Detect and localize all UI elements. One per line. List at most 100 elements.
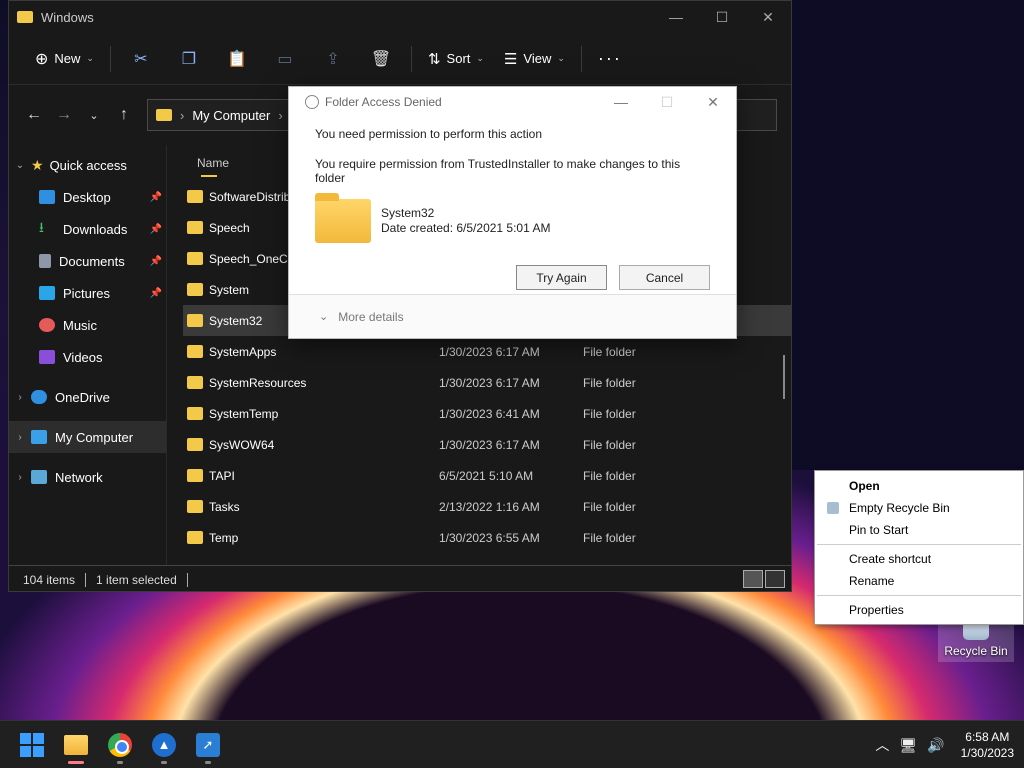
nav-music[interactable]: Music <box>9 309 166 341</box>
nav-desktop[interactable]: Desktop 📌 <box>9 181 166 213</box>
videos-icon <box>39 350 55 364</box>
nav-network[interactable]: › Network <box>9 461 166 493</box>
file-date: 1/30/2023 6:17 AM <box>439 344 540 359</box>
windows-logo-icon <box>20 732 44 757</box>
nav-documents[interactable]: Documents 📌 <box>9 245 166 277</box>
file-name: Temp <box>209 530 239 545</box>
forward-button[interactable]: → <box>49 100 79 130</box>
chevron-up-icon[interactable]: ︿ <box>875 735 889 755</box>
dialog-close-button[interactable]: ✕ <box>690 94 736 111</box>
maximize-button[interactable]: ☐ <box>699 1 745 33</box>
dialog-folder-info: System32 Date created: 6/5/2021 5:01 AM <box>315 193 710 243</box>
nav-onedrive[interactable]: › OneDrive <box>9 381 166 413</box>
breadcrumb-my-computer[interactable]: My Computer <box>192 108 270 123</box>
start-button[interactable] <box>10 725 54 765</box>
chevron-right-icon[interactable]: › <box>9 432 31 443</box>
file-date: 1/30/2023 6:55 AM <box>439 530 540 545</box>
details-view-button[interactable] <box>743 570 763 588</box>
pin-icon: 📌 <box>149 191 162 203</box>
cancel-button[interactable]: Cancel <box>619 265 710 290</box>
file-name: System32 <box>209 313 263 328</box>
back-button[interactable]: ← <box>19 100 49 130</box>
chevron-down-icon: ⌄ <box>557 53 565 63</box>
up-button[interactable]: ↑ <box>109 100 139 130</box>
file-row[interactable]: SysWOW64 1/30/2023 6:17 AM File folder <box>183 429 791 460</box>
file-row[interactable]: SystemTemp 1/30/2023 6:41 AM File folder <box>183 398 791 429</box>
file-name: Speech <box>209 220 250 235</box>
folder-icon <box>187 190 203 203</box>
pin-icon: 📌 <box>149 223 162 235</box>
navigation-pane: ⌄ ★ Quick access Desktop 📌 ⭳ Downloads 📌… <box>9 145 167 565</box>
dialog-title-bar[interactable]: Folder Access Denied — ☐ ✕ <box>289 87 736 117</box>
view-button[interactable]: ☰ View ⌄ <box>494 41 575 77</box>
file-type: File folder <box>583 344 636 359</box>
share-icon[interactable]: ⇪ <box>309 41 357 77</box>
menu-item-properties[interactable]: Properties <box>815 599 1023 621</box>
file-name: Speech_OneCor <box>209 251 299 266</box>
menu-item-empty-recycle-bin[interactable]: Empty Recycle Bin <box>815 497 1023 519</box>
close-button[interactable]: ✕ <box>745 1 791 33</box>
vertical-scrollbar[interactable] <box>783 355 785 399</box>
copy-icon[interactable]: ❐ <box>165 41 213 77</box>
dialog-title: Folder Access Denied <box>325 95 442 109</box>
chevron-right-icon[interactable]: › <box>9 472 31 483</box>
file-name: SysWOW64 <box>209 437 275 452</box>
file-name: System <box>209 282 250 297</box>
sort-button[interactable]: ⇅ Sort ⌄ <box>418 41 494 77</box>
menu-divider <box>817 544 1021 545</box>
file-row[interactable]: SystemApps 1/30/2023 6:17 AM File folder <box>183 336 791 367</box>
paste-icon[interactable]: 📋 <box>213 41 261 77</box>
chevron-down-icon: ⌄ <box>86 53 94 63</box>
taskbar-app-4[interactable]: ➚ <box>186 725 230 765</box>
taskbar-app-3[interactable]: ▲ <box>142 725 186 765</box>
new-button[interactable]: ⊕ New ⌄ <box>25 41 104 77</box>
title-bar[interactable]: Windows — ☐ ✕ <box>9 1 791 33</box>
file-row[interactable]: TAPI 6/5/2021 5:10 AM File folder <box>183 460 791 491</box>
try-again-button[interactable]: Try Again <box>516 265 607 290</box>
more-options-button[interactable]: ··· <box>588 41 632 77</box>
chevron-right-icon[interactable]: › <box>9 392 31 403</box>
folder-icon <box>187 345 203 358</box>
menu-item-pin-to-start[interactable]: Pin to Start <box>815 519 1023 541</box>
file-row[interactable]: Tasks 2/13/2022 1:16 AM File folder <box>183 491 791 522</box>
dialog-maximize-button: ☐ <box>660 93 674 110</box>
taskbar-file-explorer[interactable] <box>54 725 98 765</box>
folder-icon <box>187 531 203 544</box>
tiles-view-button[interactable] <box>765 570 785 588</box>
taskbar-chrome[interactable] <box>98 725 142 765</box>
nav-my-computer[interactable]: › My Computer <box>9 421 166 453</box>
minimize-button[interactable]: — <box>653 1 699 33</box>
nav-pictures[interactable]: Pictures 📌 <box>9 277 166 309</box>
music-icon <box>39 318 55 332</box>
volume-icon[interactable]: 🔊 <box>927 737 944 754</box>
file-type: File folder <box>583 499 636 514</box>
file-type: File folder <box>583 468 636 483</box>
nav-videos[interactable]: Videos <box>9 341 166 373</box>
dialog-message-2: You require permission from TrustedInsta… <box>315 157 681 185</box>
delete-icon[interactable]: 🗑 <box>357 41 405 77</box>
file-name: SystemApps <box>209 344 277 359</box>
menu-item-open[interactable]: Open <box>815 475 1023 497</box>
plus-circle-icon: ⊕ <box>35 50 49 68</box>
menu-item-rename[interactable]: Rename <box>815 570 1023 592</box>
clock[interactable]: 6:58 AM 1/30/2023 <box>961 729 1014 761</box>
nav-downloads[interactable]: ⭳ Downloads 📌 <box>9 213 166 245</box>
file-row[interactable]: Temp 1/30/2023 6:55 AM File folder <box>183 522 791 553</box>
rename-icon[interactable]: ▭ <box>261 41 309 77</box>
network-icon[interactable]: 🖥 <box>899 737 917 754</box>
folder-access-denied-dialog: Folder Access Denied — ☐ ✕ You need perm… <box>288 86 737 339</box>
nav-quick-access[interactable]: ⌄ ★ Quick access <box>9 149 166 181</box>
menu-item-create-shortcut[interactable]: Create shortcut <box>815 548 1023 570</box>
file-date: 1/30/2023 6:41 AM <box>439 406 540 421</box>
window-title: Windows <box>41 9 94 25</box>
system-tray: ︿ 🖥 🔊 6:58 AM 1/30/2023 <box>875 721 1014 768</box>
cut-icon[interactable]: ✂ <box>117 41 165 77</box>
more-details-toggle[interactable]: ⌄ More details <box>289 294 736 338</box>
chevron-down-icon[interactable]: ⌄ <box>9 160 31 171</box>
recent-locations-button[interactable]: ⌄ <box>79 100 109 130</box>
recycle-bin-context-menu: Open Empty Recycle Bin Pin to Start Crea… <box>814 470 1024 625</box>
dialog-minimize-button[interactable]: — <box>598 94 644 110</box>
file-row[interactable]: SystemResources 1/30/2023 6:17 AM File fol… <box>183 367 791 398</box>
recycle-bin-label: Recycle Bin <box>944 644 1008 658</box>
file-date: 1/30/2023 6:17 AM <box>439 375 540 390</box>
